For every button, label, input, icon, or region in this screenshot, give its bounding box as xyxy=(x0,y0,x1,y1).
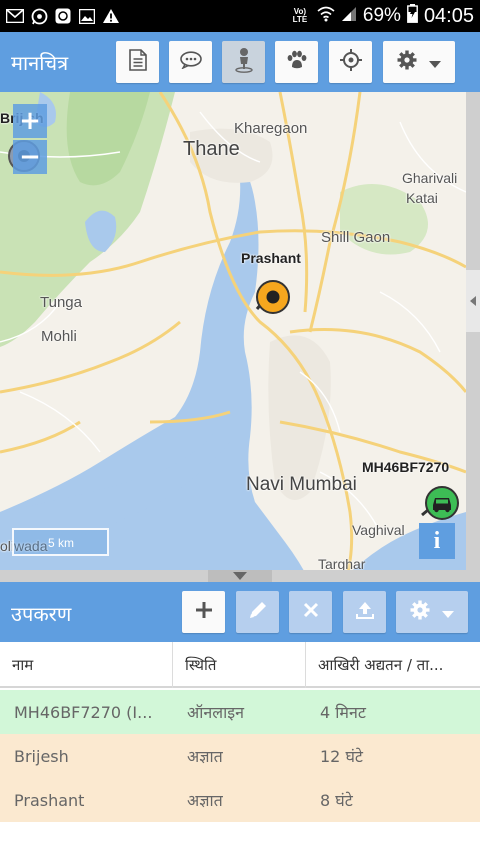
prashant-marker[interactable] xyxy=(253,279,291,321)
chat-icon xyxy=(179,51,202,73)
signal-icon xyxy=(341,6,357,27)
column-header-last-update[interactable]: आखिरी अद्यतन / ता... xyxy=(306,642,480,688)
clock: 04:05 xyxy=(423,4,474,27)
device-name: Brijesh xyxy=(14,746,69,766)
report-button[interactable] xyxy=(116,41,159,83)
devices-toolbar: उपकरण xyxy=(0,582,480,642)
device-last-update: 4 मिनट xyxy=(320,703,366,722)
label-tunga: Tunga xyxy=(40,294,82,311)
device-status: ऑनलाइन xyxy=(187,703,244,722)
pet-button[interactable] xyxy=(275,41,318,83)
battery-icon xyxy=(407,4,418,28)
whatsapp-icon xyxy=(30,8,48,24)
add-device-button[interactable] xyxy=(182,591,225,633)
upload-icon xyxy=(355,600,375,624)
devices-settings-dropdown[interactable] xyxy=(396,591,468,633)
label-kharegaon: Kharegaon xyxy=(234,120,308,137)
chevron-down-icon xyxy=(429,53,441,72)
device-table-header: नाम स्थिति आखिरी अद्यतन / ता... xyxy=(0,642,480,688)
image-icon xyxy=(78,8,96,24)
locate-button[interactable] xyxy=(329,41,372,83)
splitter-handle[interactable] xyxy=(208,570,272,582)
column-header-name[interactable]: नाम xyxy=(0,642,173,688)
device-last-update: 8 घंटे xyxy=(320,791,353,810)
device-name: Prashant xyxy=(14,790,85,810)
side-panel-toggle[interactable] xyxy=(466,270,480,332)
volte-label: Vo) LTE xyxy=(292,7,308,24)
remove-icon xyxy=(303,602,319,622)
device-status: अज्ञात xyxy=(187,747,223,766)
marker-label-prashant: Prashant xyxy=(241,250,301,266)
paw-icon xyxy=(286,50,308,74)
edit-icon xyxy=(248,600,268,624)
report-icon xyxy=(128,49,147,75)
map-side-strip xyxy=(466,92,480,582)
info-button[interactable]: i xyxy=(419,523,455,559)
map-title: मानचित्र xyxy=(11,50,69,75)
label-thane: Thane xyxy=(183,138,240,160)
label-gharivali: Gharivali xyxy=(402,170,458,186)
map-scale: 5 km xyxy=(12,528,109,556)
remove-device-button[interactable] xyxy=(289,591,332,633)
wifi-icon xyxy=(317,6,335,27)
column-header-status[interactable]: स्थिति xyxy=(173,642,306,688)
table-row[interactable]: Prashant अज्ञात 8 घंटे xyxy=(0,778,480,822)
devices-title: उपकरण xyxy=(11,602,72,626)
gear-icon xyxy=(397,50,417,74)
label-shill-gaon: Shill Gaon xyxy=(321,229,391,246)
map-toolbar: मानचित्र xyxy=(0,32,480,92)
label-vaghivali: Vaghival xyxy=(352,522,405,538)
vehicle-marker[interactable] xyxy=(418,485,460,527)
label-katai: Katai xyxy=(406,190,438,206)
zoom-in-button[interactable]: + xyxy=(13,104,47,138)
label-navi-mumbai: Navi Mumbai xyxy=(246,474,357,495)
map-settings-dropdown[interactable] xyxy=(383,41,455,83)
upload-button[interactable] xyxy=(343,591,386,633)
app-icon xyxy=(54,8,72,24)
status-bar: Vo) LTE 69% 04:05 xyxy=(0,0,480,32)
label-mohli: Mohli xyxy=(41,328,77,345)
crosshair-icon xyxy=(339,49,362,75)
device-name: MH46BF7270 (I... xyxy=(14,702,153,722)
gmail-icon xyxy=(6,8,24,24)
add-icon xyxy=(195,601,213,623)
gear-icon xyxy=(410,600,430,624)
marker-label-vehicle: MH46BF7270 xyxy=(362,459,450,475)
table-row[interactable]: Brijesh अज्ञात 12 घंटे xyxy=(0,734,480,778)
warning-icon xyxy=(102,8,120,24)
person-pin-icon xyxy=(234,47,254,77)
chevron-down-icon xyxy=(442,603,454,622)
battery-percent: 69% xyxy=(362,5,401,26)
device-status: अज्ञात xyxy=(187,791,223,810)
zoom-out-button[interactable]: − xyxy=(13,140,47,174)
map-view[interactable]: Kharegaon Thane Gharivali Katai Shill Ga… xyxy=(0,92,480,582)
device-last-update: 12 घंटे xyxy=(320,747,363,766)
show-devices-button[interactable] xyxy=(222,41,265,83)
table-row[interactable]: MH46BF7270 (I... ऑनलाइन 4 मिनट xyxy=(0,690,480,734)
edit-device-button[interactable] xyxy=(236,591,279,633)
chat-button[interactable] xyxy=(169,41,212,83)
